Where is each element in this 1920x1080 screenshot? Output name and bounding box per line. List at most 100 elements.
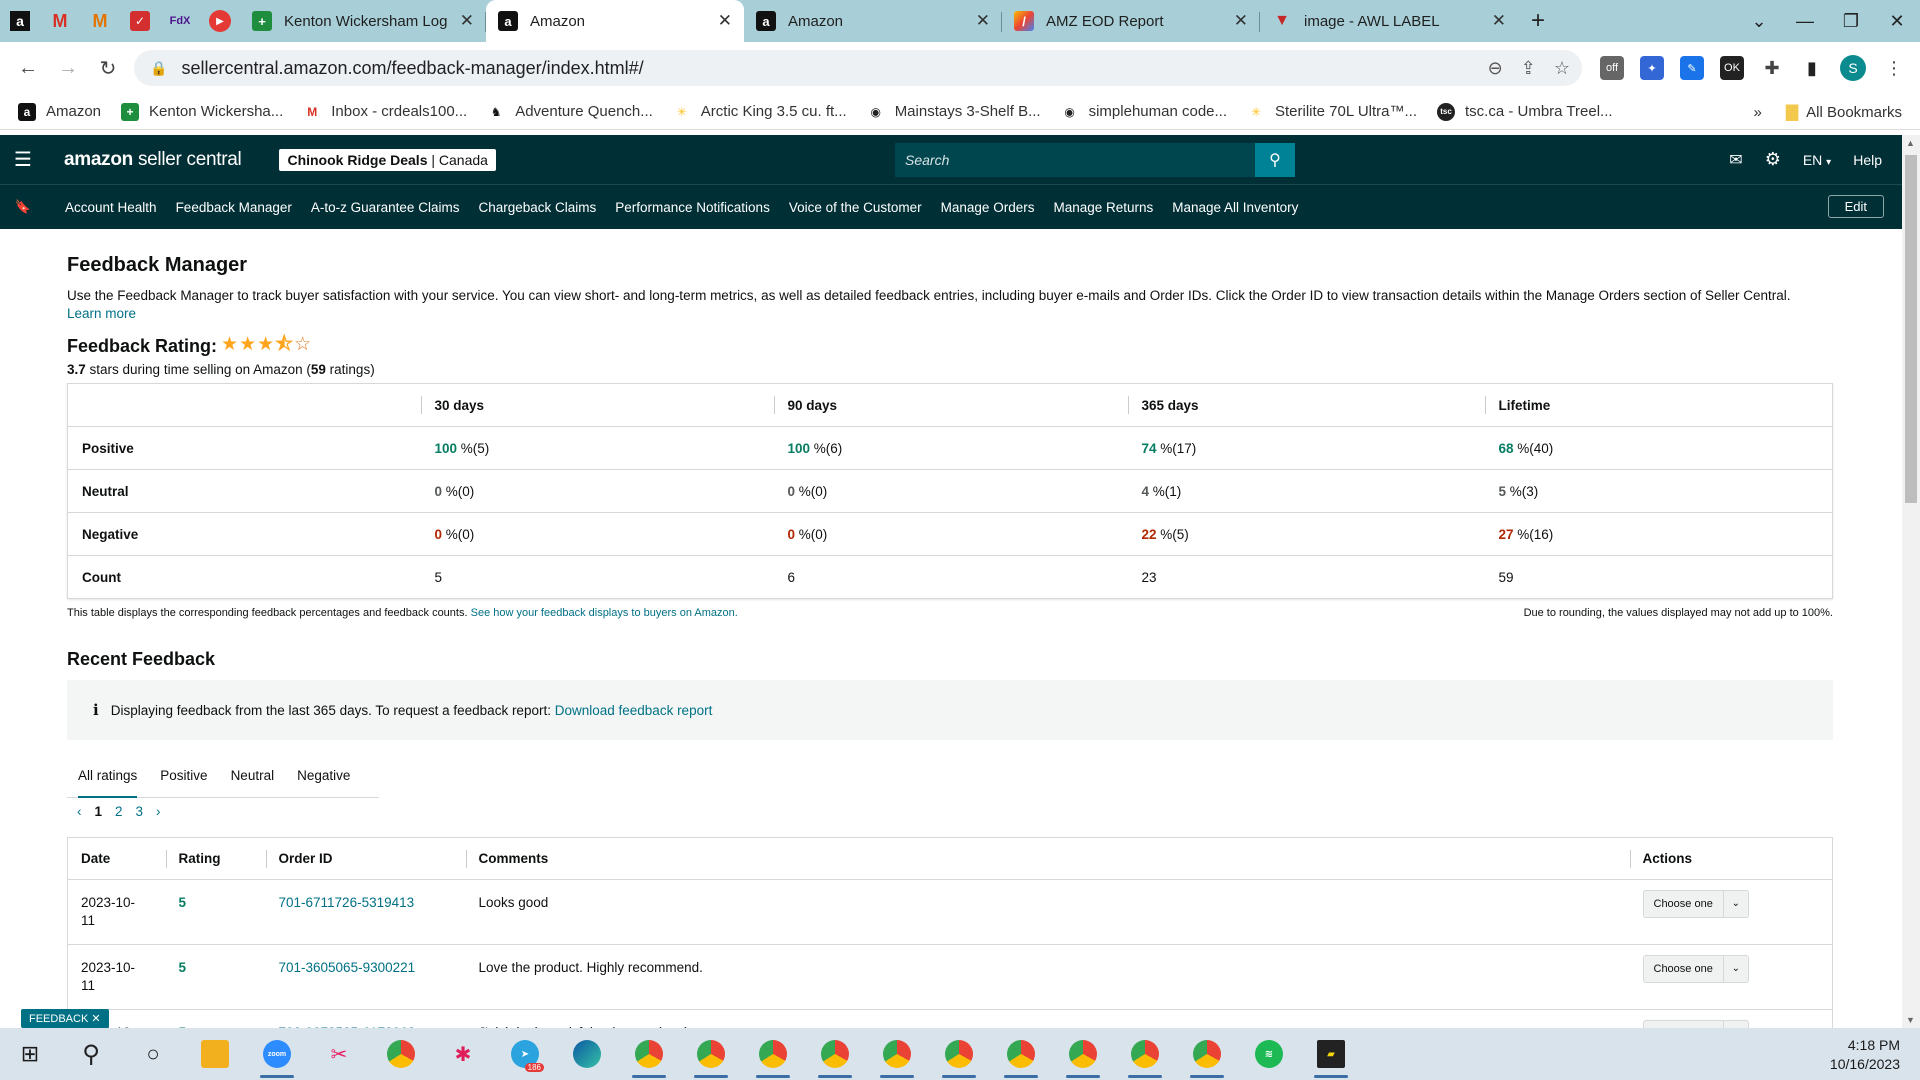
menu-dots-icon[interactable]: ⋮ <box>1882 56 1906 80</box>
page-1[interactable]: 1 <box>95 804 103 819</box>
tab-negative[interactable]: Negative <box>297 754 350 798</box>
actions-dropdown[interactable]: Choose one ⌄ <box>1642 955 1749 983</box>
taskbar-chrome[interactable] <box>370 1028 432 1080</box>
feedback-widget-button[interactable]: FEEDBACK ✕ <box>21 1009 109 1028</box>
tab-neutral[interactable]: Neutral <box>231 754 275 798</box>
scroll-down-icon[interactable]: ▼ <box>1906 1015 1915 1025</box>
close-icon[interactable]: ✕ <box>460 11 474 31</box>
buyer-view-link[interactable]: See how your feedback displays to buyers… <box>471 607 738 619</box>
system-clock[interactable]: 4:18 PM 10/16/2023 <box>1830 1036 1900 1074</box>
language-selector[interactable]: EN ▾ <box>1803 152 1831 168</box>
extension-ok-icon[interactable]: OK <box>1720 56 1744 80</box>
nav-feedback-manager[interactable]: Feedback Manager <box>176 200 292 215</box>
page-3[interactable]: 3 <box>136 804 144 819</box>
nav-manage-returns[interactable]: Manage Returns <box>1053 200 1153 215</box>
all-bookmarks[interactable]: » ▇ All Bookmarks <box>1753 94 1902 130</box>
scrollbar-thumb[interactable] <box>1905 155 1917 503</box>
bookmark[interactable]: + Kenton Wickersha... <box>121 102 283 121</box>
bookmark[interactable]: ♞ Adventure Quench... <box>487 103 653 121</box>
taskbar-task-view[interactable]: ○ <box>122 1028 184 1080</box>
search-button[interactable]: ⚲ <box>1255 143 1295 177</box>
hamburger-menu-icon[interactable]: ☰ <box>0 147 46 172</box>
chevron-down-icon[interactable]: ⌄ <box>1736 11 1782 32</box>
back-icon[interactable]: ← <box>8 57 48 80</box>
taskbar-explorer[interactable] <box>184 1028 246 1080</box>
order-id-link[interactable]: 701-6711726-5319413 <box>279 895 415 910</box>
close-window-icon[interactable]: ✕ <box>1874 11 1920 32</box>
nav-manage-inventory[interactable]: Manage All Inventory <box>1172 200 1298 215</box>
taskbar-chrome[interactable] <box>680 1028 742 1080</box>
pinned-tab-gmail-2[interactable]: M <box>80 0 120 42</box>
taskbar-sticky-notes[interactable]: ▰ <box>1300 1028 1362 1080</box>
chevron-right-icon[interactable]: » <box>1753 104 1761 121</box>
taskbar-edge[interactable] <box>556 1028 618 1080</box>
taskbar-chrome[interactable] <box>618 1028 680 1080</box>
bookmark[interactable]: tsc tsc.ca - Umbra Treel... <box>1437 102 1613 121</box>
page-2[interactable]: 2 <box>115 804 123 819</box>
nav-chargeback-claims[interactable]: Chargeback Claims <box>478 200 596 215</box>
close-icon[interactable]: ✕ <box>976 11 990 31</box>
reload-icon[interactable]: ↻ <box>88 56 128 81</box>
edit-nav-button[interactable]: Edit <box>1827 195 1884 218</box>
actions-dropdown[interactable]: Choose one ⌄ <box>1642 890 1749 918</box>
bookmark-icon[interactable]: 🔖 <box>0 199 46 215</box>
pinned-tab-gmail[interactable]: M <box>40 0 80 42</box>
extension-off-icon[interactable]: off <box>1600 56 1624 80</box>
nav-a-to-z-claims[interactable]: A-to-z Guarantee Claims <box>311 200 460 215</box>
new-tab-button[interactable]: + <box>1518 0 1558 42</box>
bookmark[interactable]: ◉ Mainstays 3-Shelf B... <box>867 103 1040 121</box>
chevron-right-icon[interactable]: › <box>156 804 161 819</box>
taskbar-chrome[interactable] <box>804 1028 866 1080</box>
taskbar-app[interactable]: ✂ <box>308 1028 370 1080</box>
pinned-tab-fedex[interactable]: FdX <box>160 0 200 42</box>
seller-central-logo[interactable]: amazon seller central <box>64 149 242 171</box>
puzzle-icon[interactable]: ✚ <box>1760 56 1784 80</box>
chevron-left-icon[interactable]: ‹ <box>77 804 82 819</box>
page-scrollbar[interactable]: ▲ ▼ <box>1902 135 1920 1028</box>
bookmark[interactable]: M Inbox - crdeals100... <box>303 103 467 121</box>
taskbar-chrome[interactable] <box>928 1028 990 1080</box>
taskbar-slack[interactable]: ✱ <box>432 1028 494 1080</box>
mail-icon[interactable]: ✉ <box>1729 150 1742 170</box>
tab-awl-label[interactable]: ▼ image - AWL LABEL ✕ <box>1260 0 1518 42</box>
tab-positive[interactable]: Positive <box>160 754 207 798</box>
url-input[interactable]: 🔒 sellercentral.amazon.com/feedback-mana… <box>134 50 1582 86</box>
taskbar-chrome[interactable] <box>742 1028 804 1080</box>
close-icon[interactable]: ✕ <box>1492 11 1506 31</box>
taskbar-zoom[interactable]: zoom <box>246 1028 308 1080</box>
nav-performance-notifications[interactable]: Performance Notifications <box>615 200 770 215</box>
taskbar-chrome[interactable] <box>1114 1028 1176 1080</box>
zoom-icon[interactable]: ⊖ <box>1488 58 1503 79</box>
tab-all-ratings[interactable]: All ratings <box>78 754 138 798</box>
forward-icon[interactable]: → <box>48 57 88 80</box>
pinned-tab-youtube[interactable]: ▶ <box>200 0 240 42</box>
tab-amz-eod-report[interactable]: / AMZ EOD Report ✕ <box>1002 0 1260 42</box>
taskbar-search[interactable]: ⚲ <box>60 1028 122 1080</box>
help-link[interactable]: Help <box>1853 152 1882 168</box>
bookmark[interactable]: a Amazon <box>18 102 101 121</box>
windows-start-icon[interactable]: ⊞ <box>0 1041 60 1067</box>
sidebar-icon[interactable]: ▮ <box>1800 56 1824 80</box>
learn-more-link[interactable]: Learn more <box>67 306 136 321</box>
tab-amazon-active[interactable]: a Amazon ✕ <box>486 0 744 42</box>
bookmark[interactable]: ✳ Sterilite 70L Ultra™... <box>1247 103 1417 121</box>
taskbar-chrome[interactable] <box>990 1028 1052 1080</box>
taskbar-telegram[interactable]: ➤ 186 <box>494 1028 556 1080</box>
nav-account-health[interactable]: Account Health <box>65 200 157 215</box>
share-icon[interactable]: ⇪ <box>1521 58 1536 79</box>
gear-icon[interactable]: ⚙ <box>1765 149 1781 170</box>
close-icon[interactable]: ✕ <box>718 11 732 31</box>
taskbar-chrome[interactable] <box>1052 1028 1114 1080</box>
nav-voice-of-customer[interactable]: Voice of the Customer <box>789 200 922 215</box>
profile-avatar[interactable]: S <box>1840 55 1866 81</box>
nav-manage-orders[interactable]: Manage Orders <box>941 200 1035 215</box>
pinned-tab-checklist[interactable]: ✓ <box>120 0 160 42</box>
pinned-tab-amazon[interactable]: a <box>0 0 40 42</box>
download-report-link[interactable]: Download feedback report <box>555 703 713 718</box>
taskbar-chrome[interactable] <box>866 1028 928 1080</box>
bookmark[interactable]: ✳ Arctic King 3.5 cu. ft... <box>673 103 847 121</box>
tab-kenton-log[interactable]: + Kenton Wickersham Log ✕ <box>240 0 486 42</box>
taskbar-spotify[interactable]: ≋ <box>1238 1028 1300 1080</box>
store-selector[interactable]: Chinook Ridge Deals | Canada <box>279 148 496 171</box>
extension-icon[interactable]: ✦ <box>1640 56 1664 80</box>
